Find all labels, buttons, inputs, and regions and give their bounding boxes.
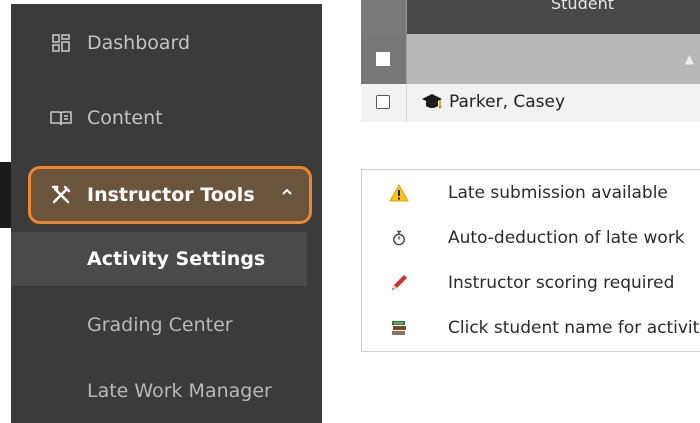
icon-legend: Late submission available Auto-deduction…	[361, 169, 700, 352]
table-subheader-row: ▲	[361, 34, 700, 84]
chevron-up-icon[interactable]	[281, 183, 293, 202]
legend-item-auto-deduction: Auto-deduction of late work	[362, 223, 700, 253]
sidebar-item-dashboard[interactable]: Dashboard	[11, 14, 311, 72]
row-checkbox-cell	[361, 84, 407, 122]
books-icon	[388, 317, 410, 339]
book-icon	[47, 107, 75, 129]
legend-text: Instructor scoring required	[448, 273, 675, 293]
sidebar-item-label: Content	[87, 107, 163, 129]
sidebar-item-label: Instructor Tools	[87, 184, 255, 206]
sidebar-item-instructor-tools[interactable]: Instructor Tools	[28, 166, 312, 224]
pencil-icon	[388, 272, 410, 294]
stopwatch-icon	[388, 227, 410, 249]
legend-item-student-activity: Click student name for activity	[362, 313, 700, 343]
header-checkbox-cell	[361, 0, 407, 34]
sidebar-subitem-late-work-manager[interactable]: Late Work Manager	[11, 364, 307, 418]
sidebar-nav: Dashboard Content Instructor Tools Activ…	[11, 4, 322, 423]
sort-caret-icon[interactable]: ▲	[685, 52, 694, 66]
sidebar-subitem-label: Grading Center	[87, 314, 233, 336]
select-all-checkbox[interactable]	[376, 52, 390, 66]
sidebar-item-content[interactable]: Content	[11, 89, 311, 147]
legend-item-late-submission: Late submission available	[362, 178, 700, 208]
student-name: Parker, Casey	[449, 92, 566, 112]
legend-item-instructor-scoring: Instructor scoring required	[362, 268, 700, 298]
legend-text: Click student name for activity	[448, 318, 700, 338]
sidebar-subitem-label: Activity Settings	[87, 248, 266, 270]
legend-text: Late submission available	[448, 183, 668, 203]
student-name-link[interactable]: Parker, Casey	[421, 92, 565, 112]
left-edge-bar	[0, 162, 11, 228]
sidebar-subitem-grading-center[interactable]: Grading Center	[11, 298, 307, 352]
sidebar-item-label: Dashboard	[87, 32, 191, 54]
sidebar-subitem-label: Late Work Manager	[87, 380, 272, 402]
tools-icon	[47, 184, 75, 206]
warning-icon	[388, 182, 410, 204]
table-header-row: Student	[361, 0, 700, 34]
select-all-cell	[361, 34, 407, 84]
dashboard-icon	[47, 32, 75, 54]
student-table: Student ▲ Parker, Casey	[361, 0, 700, 122]
column-header-student[interactable]: Student	[551, 0, 614, 13]
table-row: Parker, Casey	[361, 84, 700, 122]
row-checkbox[interactable]	[376, 95, 390, 109]
legend-text: Auto-deduction of late work	[448, 228, 685, 248]
sidebar-subitem-activity-settings[interactable]: Activity Settings	[11, 232, 307, 286]
graduation-cap-icon	[421, 92, 443, 112]
